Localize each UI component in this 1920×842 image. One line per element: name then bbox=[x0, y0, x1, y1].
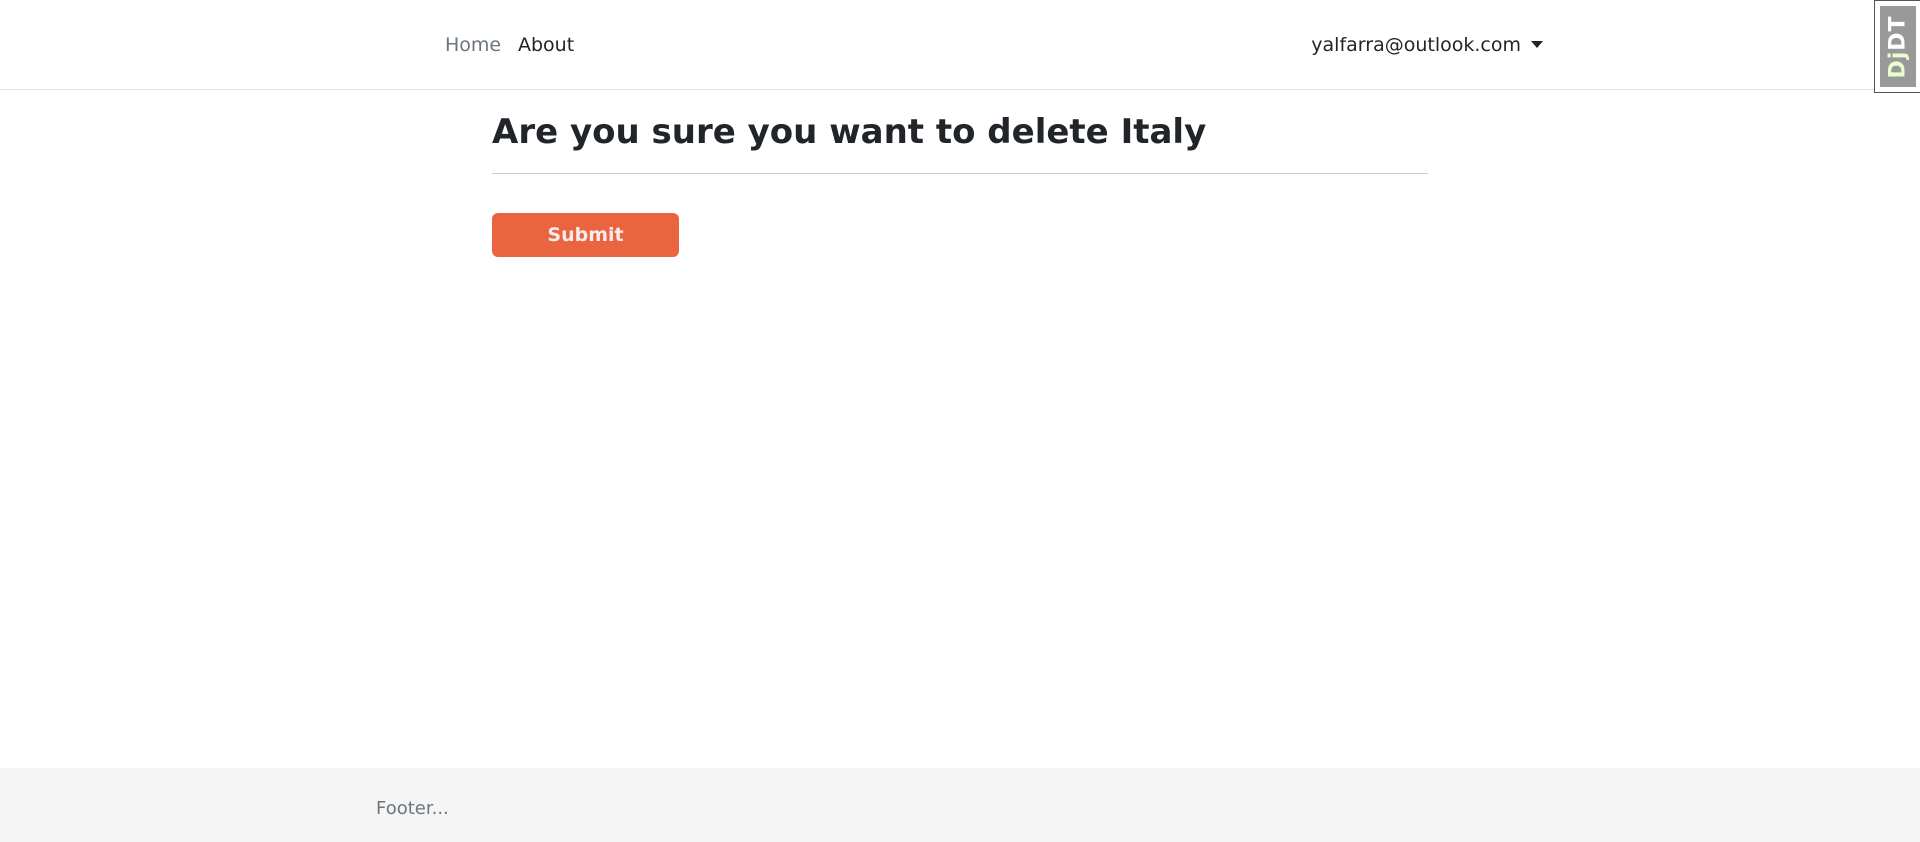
user-email: yalfarra@outlook.com bbox=[1311, 34, 1521, 56]
page-title: Are you sure you want to delete Italy bbox=[492, 112, 1207, 152]
django-debug-toolbar-handle[interactable]: DjDT bbox=[1874, 0, 1920, 93]
navbar: Home About yalfarra@outlook.com bbox=[0, 0, 1920, 90]
submit-button[interactable]: Submit bbox=[492, 213, 679, 257]
footer: Footer... bbox=[0, 768, 1920, 842]
nav-home-link[interactable]: Home bbox=[445, 34, 501, 56]
nav-about-link[interactable]: About bbox=[518, 34, 574, 56]
caret-down-icon bbox=[1531, 41, 1543, 48]
footer-text: Footer... bbox=[376, 798, 449, 819]
divider bbox=[492, 173, 1428, 174]
user-dropdown[interactable]: yalfarra@outlook.com bbox=[1311, 34, 1543, 56]
djdt-logo: DjDT bbox=[1885, 14, 1911, 79]
